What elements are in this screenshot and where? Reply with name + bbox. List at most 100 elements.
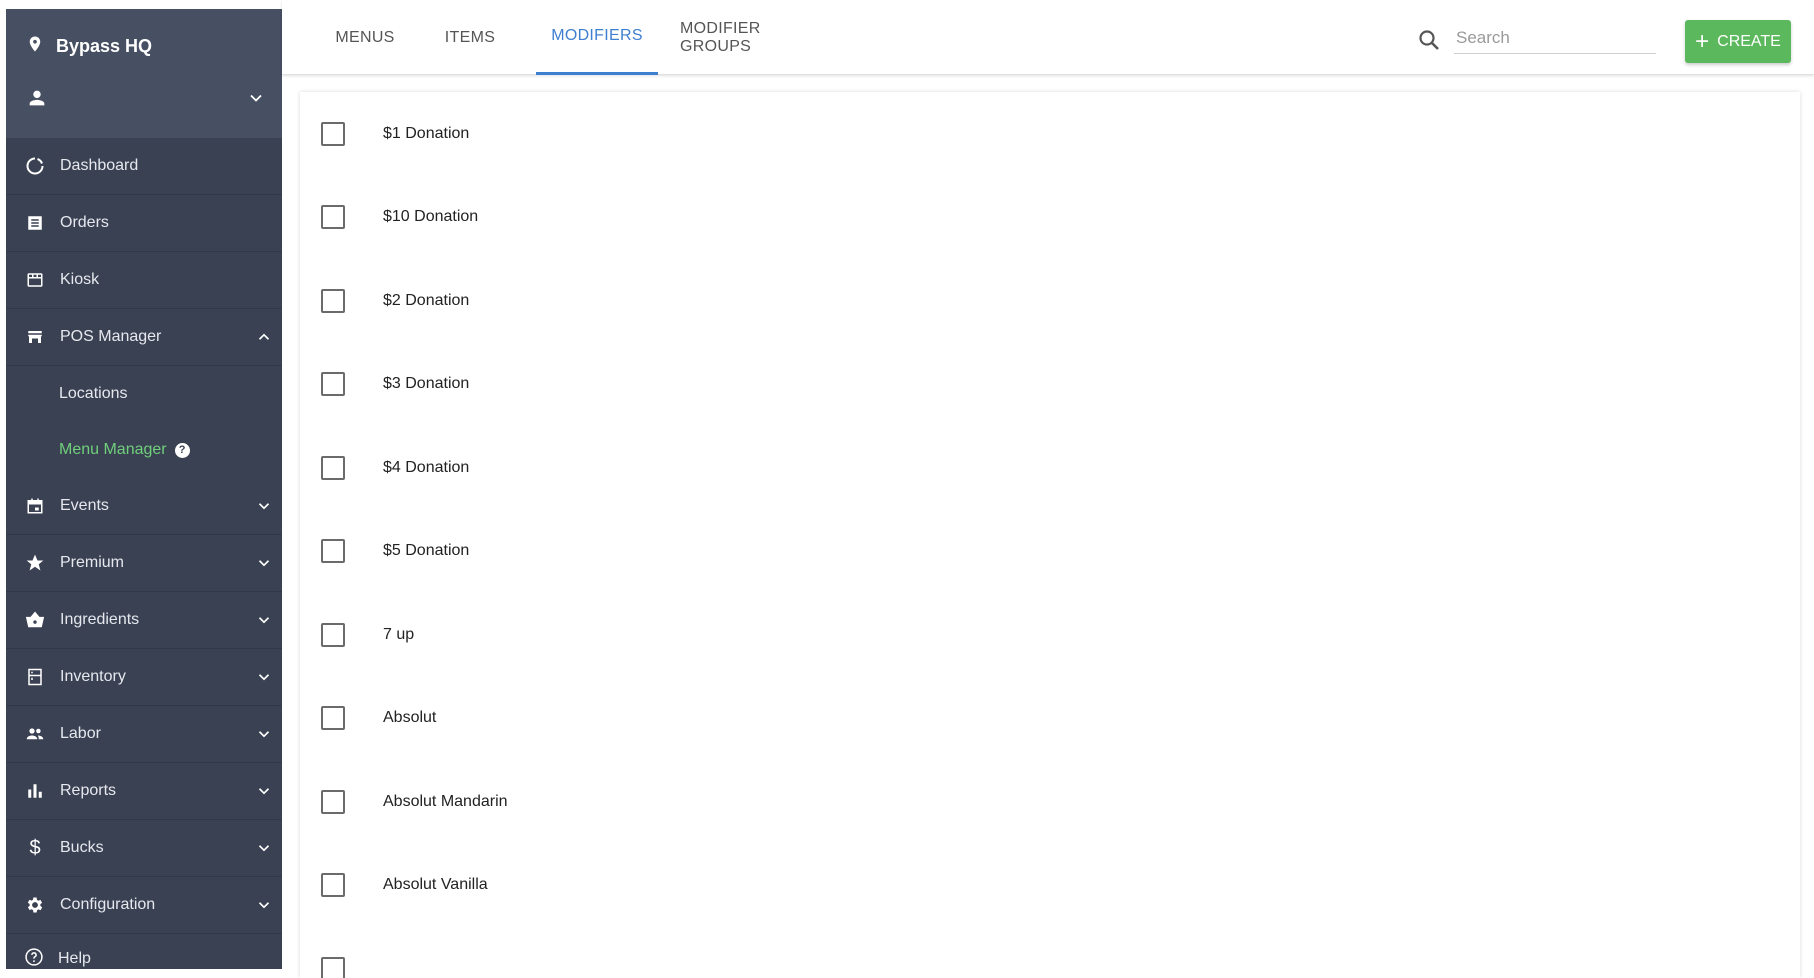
location-selector[interactable]: Bypass HQ (26, 33, 152, 60)
sidebar-subitem-locations[interactable]: Locations (6, 366, 282, 422)
sidebar-item-label: Events (60, 497, 109, 514)
chevron-down-icon[interactable] (254, 553, 274, 573)
list-item[interactable]: Absolut Vanilla (300, 844, 1800, 928)
modifiers-list: $1 Donation $10 Donation $2 Donation $3 … (300, 92, 1800, 978)
location-pin-icon (26, 33, 44, 60)
sidebar-item-label: Ingredients (60, 611, 140, 628)
sidebar-item-label: Labor (60, 725, 101, 742)
star-icon (24, 552, 46, 574)
row-checkbox[interactable] (321, 288, 345, 313)
sidebar-item-reports[interactable]: Reports (6, 763, 282, 820)
sidebar-item-label: POS Manager (60, 328, 162, 345)
calendar-icon (24, 495, 46, 517)
sidebar-item-kiosk[interactable]: Kiosk (6, 252, 282, 309)
list-item[interactable]: $4 Donation (300, 426, 1800, 510)
sidebar-item-label: Kiosk (60, 271, 100, 288)
sidebar-item-events[interactable]: Events (6, 478, 282, 535)
modifier-name: Absolut (383, 709, 437, 727)
chevron-down-icon[interactable] (254, 667, 274, 687)
tab-modifier-groups[interactable]: MODIFIER GROUPS (680, 0, 830, 75)
modifier-name: $10 Donation (383, 208, 479, 226)
modifier-name: Absolut Vanilla (383, 876, 488, 894)
people-icon (24, 723, 46, 745)
row-checkbox[interactable] (321, 956, 345, 978)
modifier-name: 7 up (383, 625, 415, 643)
chevron-down-icon[interactable] (254, 838, 274, 858)
sidebar-item-configuration[interactable]: Configuration (6, 877, 282, 934)
sidebar-item-premium[interactable]: Premium (6, 535, 282, 592)
list-item[interactable]: $1 Donation (300, 92, 1800, 176)
sidebar-header: Bypass HQ (6, 9, 282, 138)
modifier-name: Absolut Mandarin (383, 792, 508, 810)
sidebar-item-bucks[interactable]: $ Bucks (6, 820, 282, 877)
list-item[interactable]: $10 Donation (300, 176, 1800, 260)
tab-menus[interactable]: MENUS (320, 0, 410, 75)
orders-icon (24, 212, 46, 234)
sidebar-item-label: Bucks (60, 839, 104, 856)
sidebar-item-pos-manager[interactable]: POS Manager (6, 309, 282, 366)
tab-modifiers[interactable]: MODIFIERS (536, 0, 658, 75)
list-item[interactable]: $3 Donation (300, 343, 1800, 427)
sidebar-item-orders[interactable]: Orders (6, 195, 282, 252)
sidebar-item-label: Help (58, 950, 91, 967)
chevron-down-icon[interactable] (254, 895, 274, 915)
sidebar-item-label: Dashboard (60, 157, 139, 174)
store-icon (24, 326, 46, 348)
sidebar-item-labor[interactable]: Labor (6, 706, 282, 763)
sidebar-item-label: Inventory (60, 668, 126, 685)
row-checkbox[interactable] (321, 121, 345, 146)
row-checkbox[interactable] (321, 873, 345, 898)
dollar-icon: $ (29, 836, 41, 859)
sidebar-item-label: Premium (60, 554, 125, 571)
row-checkbox[interactable] (321, 205, 345, 230)
tab-items[interactable]: ITEMS (430, 0, 510, 75)
chevron-down-icon[interactable] (254, 781, 274, 801)
chevron-down-icon[interactable] (254, 724, 274, 744)
sidebar-item-label: Reports (60, 782, 117, 799)
create-button[interactable]: + CREATE (1685, 20, 1791, 63)
sidebar-subitem-label: Menu Manager (59, 441, 167, 458)
modifier-name: $2 Donation (383, 291, 470, 309)
sidebar-subitem-menu-manager[interactable]: Menu Manager ? (6, 422, 282, 478)
help-circle-icon[interactable]: ? (174, 442, 190, 458)
row-checkbox[interactable] (321, 372, 345, 397)
user-menu[interactable] (26, 87, 266, 114)
row-checkbox[interactable] (321, 789, 345, 814)
row-checkbox[interactable] (321, 455, 345, 480)
sidebar-item-ingredients[interactable]: Ingredients (6, 592, 282, 649)
bar-chart-icon (24, 780, 46, 802)
row-checkbox[interactable] (321, 622, 345, 647)
sidebar-item-label: Orders (60, 214, 109, 231)
sidebar-item-inventory[interactable]: Inventory (6, 649, 282, 706)
sidebar-item-help[interactable]: Help (6, 934, 282, 969)
location-name: Bypass HQ (56, 36, 153, 56)
chevron-down-icon[interactable] (254, 496, 274, 516)
chevron-down-icon[interactable] (254, 610, 274, 630)
chevron-up-icon[interactable] (254, 327, 274, 347)
top-bar: MENUS ITEMS MODIFIERS MODIFIER GROUPS + … (282, 0, 1814, 75)
list-item[interactable]: $2 Donation (300, 259, 1800, 343)
modifier-name: $3 Donation (383, 375, 470, 393)
list-item[interactable]: $5 Donation (300, 510, 1800, 594)
sidebar-item-dashboard[interactable]: Dashboard (6, 138, 282, 195)
list-item[interactable]: 7 up (300, 593, 1800, 677)
gear-icon (24, 894, 46, 916)
chevron-down-icon[interactable] (246, 88, 266, 113)
list-item-partial[interactable] (300, 927, 1800, 978)
search-icon[interactable] (1417, 28, 1441, 52)
row-checkbox[interactable] (321, 539, 345, 564)
kiosk-icon (24, 269, 46, 291)
list-item[interactable]: Absolut Mandarin (300, 760, 1800, 844)
row-checkbox[interactable] (321, 706, 345, 731)
inventory-icon (24, 666, 46, 688)
list-item[interactable]: Absolut (300, 677, 1800, 761)
sidebar-subitem-label: Locations (59, 385, 128, 402)
dashboard-icon (24, 155, 46, 177)
help-outline-icon (24, 947, 44, 970)
create-button-label: CREATE (1717, 32, 1781, 50)
sidebar: Bypass HQ Dashboard Orders Kiosk POS Man… (6, 9, 282, 969)
person-icon (26, 87, 48, 114)
modifier-name: $5 Donation (383, 542, 470, 560)
search-input[interactable] (1454, 22, 1656, 54)
modifier-name: $4 Donation (383, 458, 470, 476)
